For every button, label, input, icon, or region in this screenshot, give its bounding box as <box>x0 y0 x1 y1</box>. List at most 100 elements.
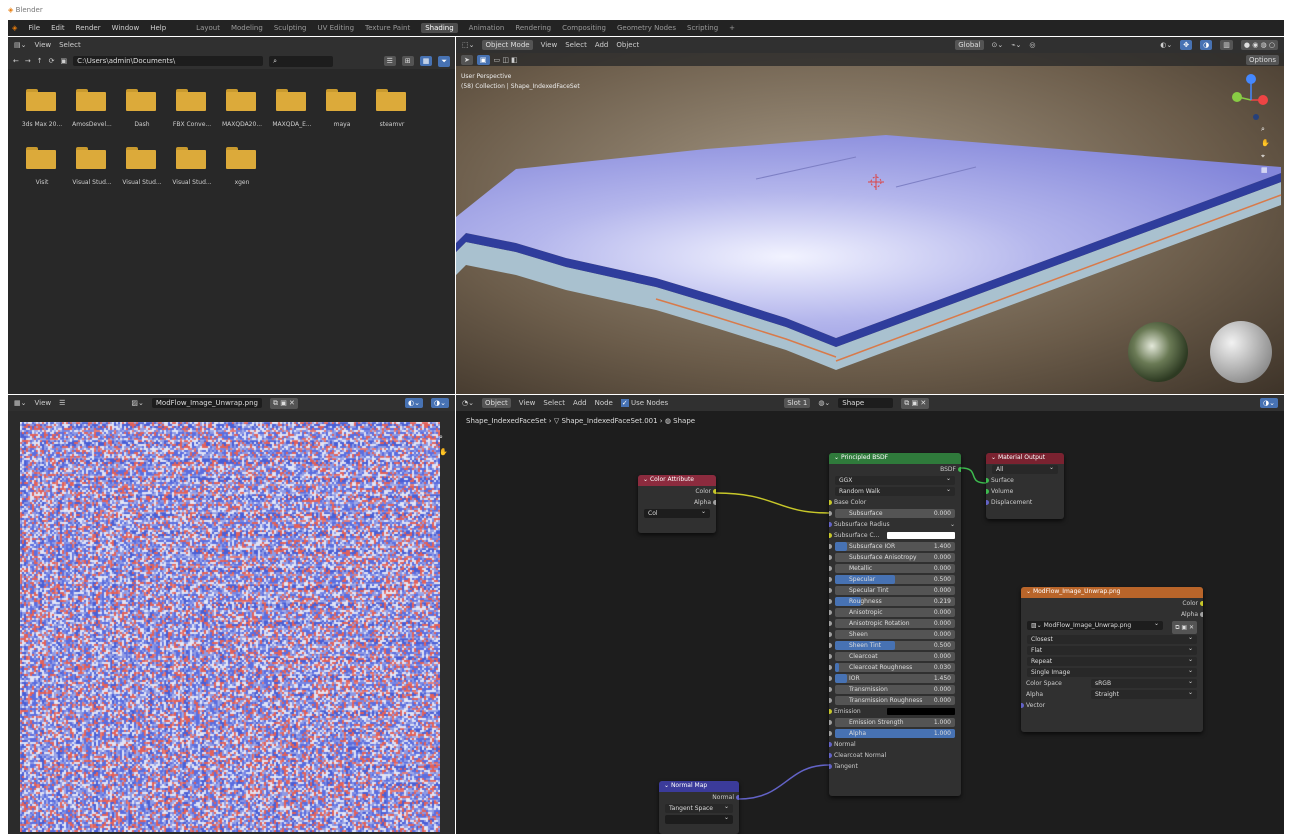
perspective-grid-icon[interactable]: ▦ <box>1261 166 1270 174</box>
tab-geometry-nodes[interactable]: Geometry Nodes <box>617 24 676 32</box>
bsdf-param-slider[interactable]: Specular 0.500 <box>835 575 955 584</box>
output-socket[interactable] <box>958 467 961 472</box>
normal-map-node[interactable]: ⌄ Normal Map Normal Tangent Space <box>659 781 739 834</box>
path-field[interactable]: C:\Users\admin\Documents\ <box>73 56 264 66</box>
tab-uv-editing[interactable]: UV Editing <box>318 24 355 32</box>
folder-item[interactable]: Visual Stud... <box>166 147 218 192</box>
image-editor[interactable]: ▦⌄ View ☰ ▨⌄ ModFlow_Image_Unwrap.png ⧉ … <box>8 395 455 834</box>
principled-bsdf-node[interactable]: ⌄ Principled BSDF BSDF GGX Random Walk B… <box>829 453 961 796</box>
camera-icon[interactable]: ⌖ <box>1261 152 1270 161</box>
input-socket[interactable] <box>829 555 832 560</box>
tab-shading[interactable]: Shading <box>421 23 458 33</box>
menu-view[interactable]: View <box>541 41 558 49</box>
tab-compositing[interactable]: Compositing <box>562 24 606 32</box>
menu-help[interactable]: Help <box>150 24 166 32</box>
menu-view[interactable]: View <box>34 399 51 407</box>
input-socket[interactable] <box>829 566 832 571</box>
shader-node-editor[interactable]: ◔⌄ Object View Select Add Node ✓ Use Nod… <box>456 395 1284 834</box>
display-thumb-icon[interactable]: ⊞ <box>401 56 414 66</box>
input-socket[interactable] <box>829 544 832 549</box>
hamburger-menu-icon[interactable]: ☰ <box>59 399 65 407</box>
emission-color-swatch[interactable] <box>887 708 955 715</box>
pan-hand-icon[interactable]: ✋ <box>1261 139 1270 147</box>
alpha-mode-dropdown[interactable]: Straight <box>1091 688 1197 699</box>
input-socket[interactable] <box>829 500 832 505</box>
display-grid-icon[interactable]: ▦ <box>419 56 433 66</box>
input-socket[interactable] <box>829 687 832 692</box>
menu-render[interactable]: Render <box>76 24 101 32</box>
bsdf-param-slider[interactable]: Subsurface 0.000 <box>835 509 955 518</box>
bsdf-param-slider[interactable]: Transmission Roughness 0.000 <box>835 696 955 705</box>
folder-item[interactable]: MAXQDA_E... <box>266 89 318 134</box>
bsdf-param-slider[interactable]: Clearcoat 0.000 <box>835 652 955 661</box>
select-tool-icon[interactable]: ➤ <box>461 54 473 65</box>
image-buttons-icon[interactable]: ⧉ ▣ ✕ <box>1172 621 1197 634</box>
tab-sculpting[interactable]: Sculpting <box>274 24 307 32</box>
input-socket[interactable] <box>986 489 989 494</box>
menu-add[interactable]: Add <box>595 41 609 49</box>
folder-item[interactable]: Visual Stud... <box>116 147 168 192</box>
bsdf-param-slider[interactable]: Roughness 0.219 <box>835 597 955 606</box>
menu-edit[interactable]: Edit <box>51 24 65 32</box>
bsdf-param-slider[interactable]: Anisotropic Rotation 0.000 <box>835 619 955 628</box>
input-socket[interactable] <box>829 511 832 516</box>
tab-rendering[interactable]: Rendering <box>515 24 551 32</box>
zoom-icon[interactable]: ⌕ <box>1261 125 1270 134</box>
output-target-dropdown[interactable]: All <box>992 463 1058 474</box>
input-socket[interactable] <box>829 753 832 758</box>
input-socket[interactable] <box>829 731 832 736</box>
folder-item[interactable]: Dash <box>116 89 168 134</box>
menu-window[interactable]: Window <box>112 24 140 32</box>
input-socket[interactable] <box>986 478 989 483</box>
3d-viewport[interactable]: ⬚⌄ Object Mode View Select Add Object Gl… <box>456 37 1284 394</box>
folder-item[interactable]: MAXQDA20... <box>216 89 268 134</box>
source-dropdown[interactable]: Single Image <box>1027 666 1197 677</box>
editor-type-icon[interactable]: ▦⌄ <box>14 399 26 407</box>
search-field[interactable]: ⌕ <box>269 55 334 67</box>
normal-space-dropdown[interactable]: Tangent Space <box>665 802 733 813</box>
folder-item[interactable]: maya <box>316 89 368 134</box>
input-socket[interactable] <box>829 698 832 703</box>
orientation-dropdown[interactable]: Global <box>955 40 984 50</box>
pivot-icon[interactable]: ⊙⌄ <box>992 41 1004 49</box>
subsurface-method-dropdown[interactable]: Random Walk <box>835 485 955 496</box>
material-output-node[interactable]: ⌄ Material Output All Surface Volume Dis… <box>986 453 1064 519</box>
attribute-name-field[interactable]: Col <box>644 507 710 518</box>
folder-item[interactable]: 3ds Max 20... <box>16 89 68 134</box>
blender-menu-icon[interactable]: ◈ <box>12 24 17 32</box>
shading-modes-icon[interactable]: ● ◉ ◍ ○ <box>1240 40 1278 50</box>
tab-scripting[interactable]: Scripting <box>687 24 718 32</box>
interpolation-dropdown[interactable]: Closest <box>1027 633 1197 644</box>
tab-animation[interactable]: Animation <box>469 24 505 32</box>
overlay-toggle-icon[interactable]: ◑ <box>1200 40 1213 50</box>
output-socket[interactable] <box>736 795 739 800</box>
uv-map-field[interactable] <box>665 813 733 824</box>
extension-dropdown[interactable]: Repeat <box>1027 655 1197 666</box>
image-buttons-icon[interactable]: ⧉ ▣ ✕ <box>270 397 298 409</box>
zoom-icon[interactable]: ⌕ <box>439 433 448 442</box>
menu-file[interactable]: File <box>28 24 40 32</box>
image-datablock-field[interactable]: ▨⌄ ModFlow_Image_Unwrap.png <box>1027 619 1163 630</box>
input-socket[interactable] <box>829 632 832 637</box>
input-socket[interactable] <box>829 709 832 714</box>
bsdf-param-slider[interactable]: Clearcoat Roughness 0.030 <box>835 663 955 672</box>
snap-icon[interactable]: ⌁⌄ <box>1011 41 1021 49</box>
folder-item[interactable]: steamvr <box>366 89 418 134</box>
mode-dropdown[interactable]: Object Mode <box>482 40 533 50</box>
output-socket[interactable] <box>713 500 716 505</box>
forward-arrow-icon[interactable]: → <box>25 57 31 65</box>
input-socket[interactable] <box>829 522 832 527</box>
select-box-icon[interactable]: ▣ <box>476 54 490 65</box>
input-socket[interactable] <box>829 533 832 538</box>
folder-item[interactable]: xgen <box>216 147 268 192</box>
tab-layout[interactable]: Layout <box>196 24 220 32</box>
input-socket[interactable] <box>829 654 832 659</box>
input-socket[interactable] <box>829 643 832 648</box>
bsdf-param-slider[interactable]: Subsurface IOR 1.400 <box>835 542 955 551</box>
input-socket[interactable] <box>829 676 832 681</box>
image-browse-icon[interactable]: ▨⌄ <box>131 399 143 407</box>
image-name-field[interactable]: ModFlow_Image_Unwrap.png <box>151 398 262 408</box>
folder-item[interactable]: FBX Conve... <box>166 89 218 134</box>
bsdf-param-slider[interactable]: Subsurface Anisotropy 0.000 <box>835 553 955 562</box>
menu-select[interactable]: Select <box>59 41 81 49</box>
